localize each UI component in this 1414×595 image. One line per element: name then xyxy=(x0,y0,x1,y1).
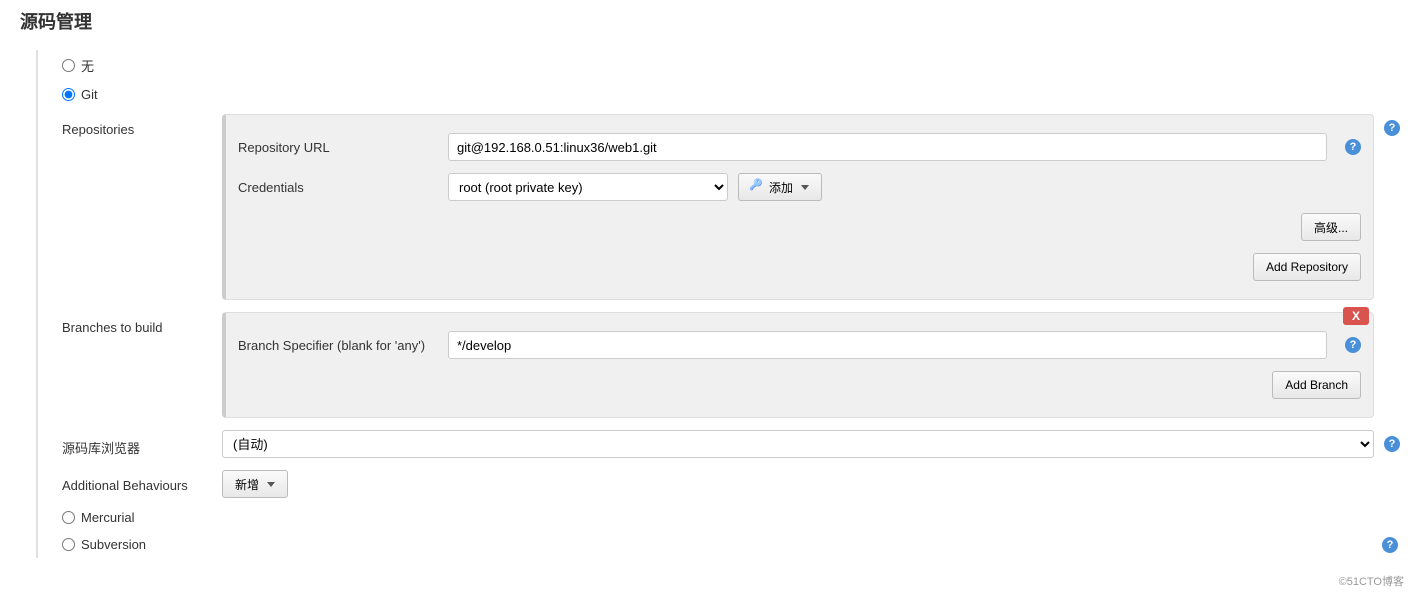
repo-url-label: Repository URL xyxy=(238,140,438,155)
help-icon[interactable]: ? xyxy=(1345,337,1361,353)
key-icon xyxy=(751,182,765,192)
scm-option-mercurial[interactable]: Mercurial xyxy=(38,504,1402,531)
additional-label: Additional Behaviours xyxy=(62,470,222,493)
branch-specifier-label: Branch Specifier (blank for 'any') xyxy=(238,338,438,353)
credentials-select[interactable]: root (root private key) xyxy=(448,173,728,201)
radio-mercurial-label: Mercurial xyxy=(81,510,134,525)
add-branch-button[interactable]: Add Branch xyxy=(1272,371,1361,399)
branches-panel: X Branch Specifier (blank for 'any') ? A… xyxy=(222,312,1374,418)
help-icon[interactable]: ? xyxy=(1382,537,1398,553)
browser-select[interactable]: (自动) xyxy=(222,430,1374,458)
radio-none[interactable] xyxy=(62,59,75,72)
scm-option-subversion[interactable]: Subversion ? xyxy=(38,531,1402,558)
branches-label: Branches to build xyxy=(62,312,222,335)
repo-url-row: Repository URL ? xyxy=(238,127,1361,167)
caret-down-icon xyxy=(267,482,275,487)
additional-row: Additional Behaviours 新增 xyxy=(62,464,1402,504)
repositories-row: Repositories Repository URL ? Credential… xyxy=(62,108,1402,306)
scm-option-git[interactable]: Git xyxy=(38,81,1402,108)
delete-branch-button[interactable]: X xyxy=(1343,307,1369,325)
radio-git-label: Git xyxy=(81,87,98,102)
radio-none-label: 无 xyxy=(81,56,94,75)
radio-subversion-label: Subversion xyxy=(81,537,146,552)
advanced-button[interactable]: 高级... xyxy=(1301,213,1361,241)
add-credentials-button[interactable]: 添加 xyxy=(738,173,822,201)
branch-specifier-input[interactable] xyxy=(448,331,1327,359)
additional-add-label: 新增 xyxy=(235,476,259,493)
radio-mercurial[interactable] xyxy=(62,511,75,524)
branch-specifier-row: Branch Specifier (blank for 'any') ? xyxy=(238,325,1361,365)
repo-url-input[interactable] xyxy=(448,133,1327,161)
repositories-label: Repositories xyxy=(62,114,222,137)
section-title: 源码管理 xyxy=(12,8,1402,34)
watermark: ©51CTO博客 xyxy=(1339,573,1404,589)
add-credentials-label: 添加 xyxy=(769,179,793,196)
help-icon[interactable]: ? xyxy=(1384,120,1400,136)
add-repository-button[interactable]: Add Repository xyxy=(1253,253,1361,281)
radio-git[interactable] xyxy=(62,88,75,101)
additional-add-button[interactable]: 新增 xyxy=(222,470,288,498)
radio-subversion[interactable] xyxy=(62,538,75,551)
scm-options: 无 Git Repositories Repository URL ? Cred… xyxy=(36,50,1402,558)
credentials-row: Credentials root (root private key) 添加 xyxy=(238,167,1361,207)
scm-option-none[interactable]: 无 xyxy=(38,50,1402,81)
caret-down-icon xyxy=(801,185,809,190)
help-icon[interactable]: ? xyxy=(1384,436,1400,452)
git-config: Repositories Repository URL ? Credential… xyxy=(62,108,1402,504)
help-icon[interactable]: ? xyxy=(1345,139,1361,155)
credentials-label: Credentials xyxy=(238,180,438,195)
browser-label: 源码库浏览器 xyxy=(62,430,222,457)
branches-row: Branches to build X Branch Specifier (bl… xyxy=(62,306,1402,424)
repositories-panel: Repository URL ? Credentials root (root … xyxy=(222,114,1374,300)
browser-row: 源码库浏览器 (自动) ? xyxy=(62,424,1402,464)
